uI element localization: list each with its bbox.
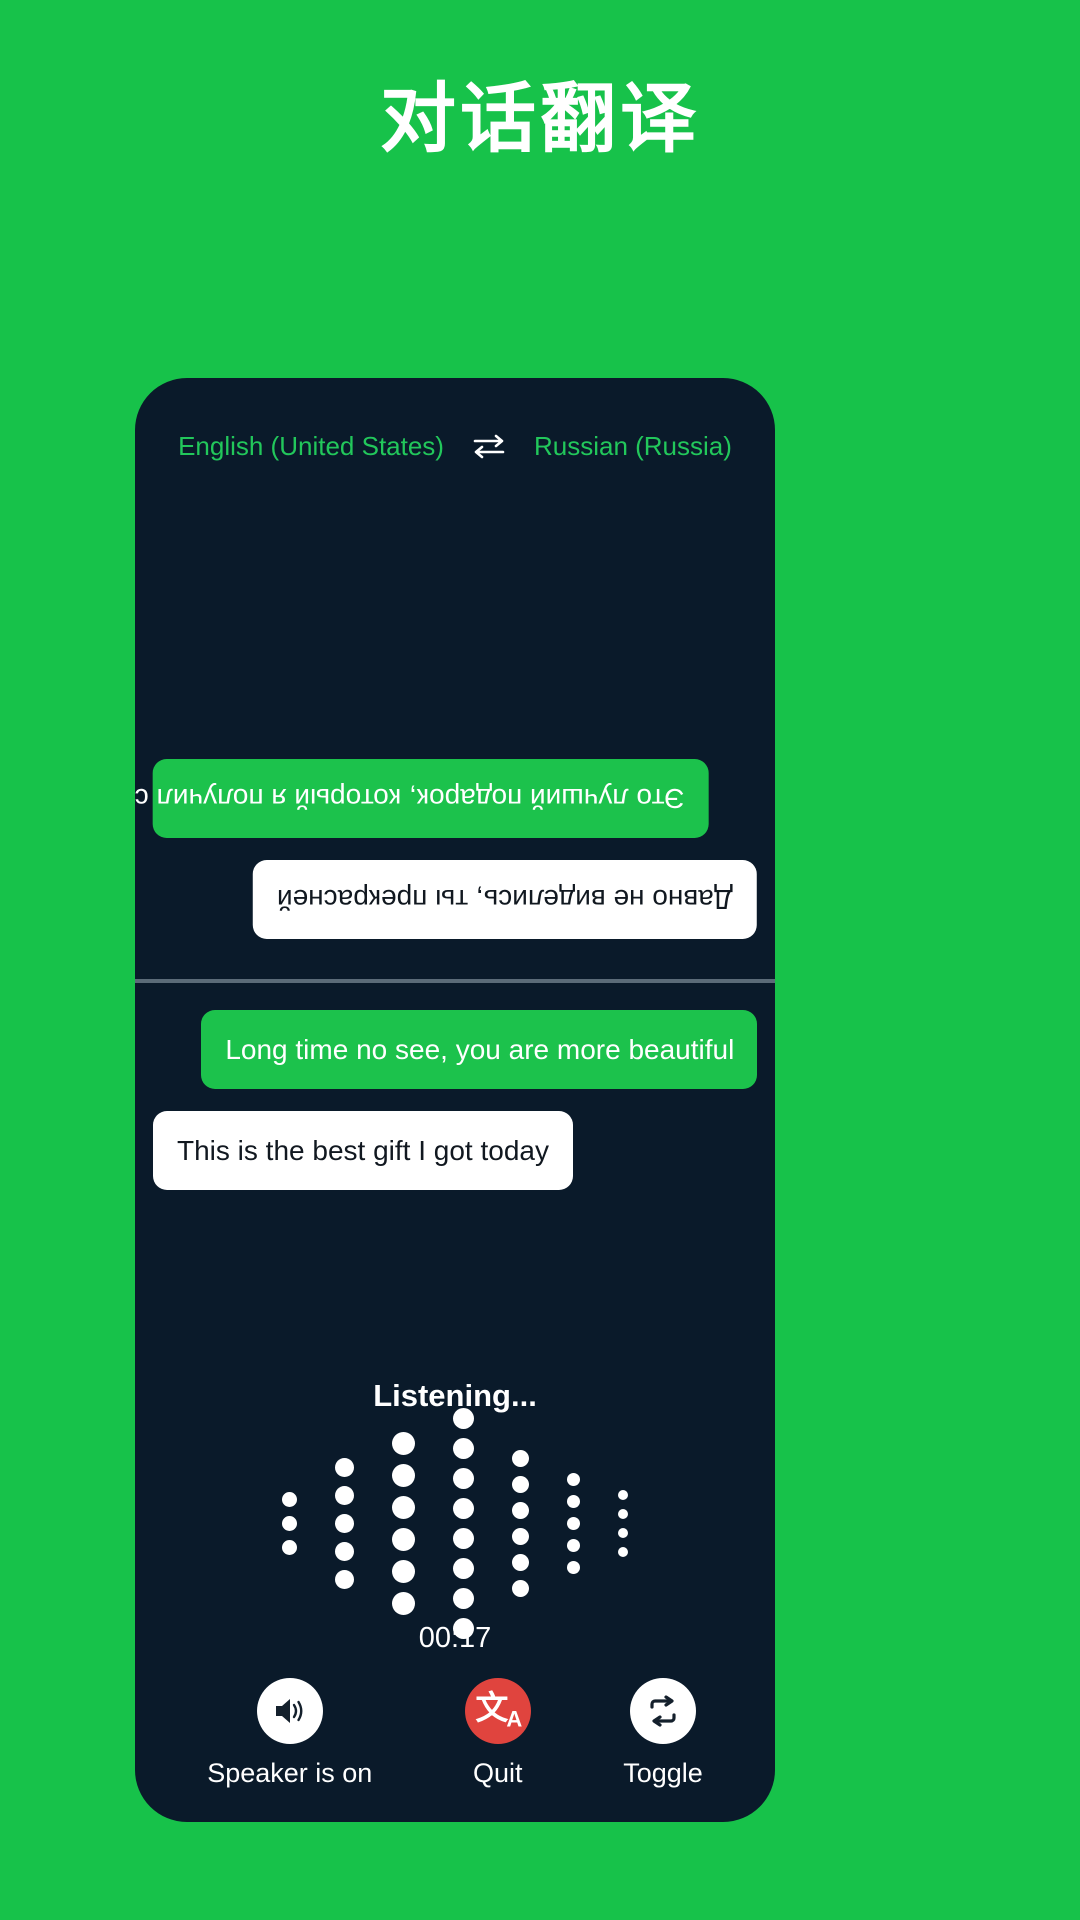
target-language-selector[interactable]: Russian (Russia)	[534, 431, 732, 462]
translate-glyph: 文A	[475, 1689, 522, 1732]
waveform-dot	[392, 1431, 415, 1455]
message-bubble[interactable]: Long time no see, you are more beautiful	[201, 1010, 757, 1089]
waveform-dot	[392, 1495, 415, 1519]
message-row: Это лучший подарок, который я получил се…	[135, 759, 757, 838]
waveform-column	[618, 1489, 628, 1557]
message-row: Давно не виделись, ты прекрасней	[153, 860, 757, 939]
waveform-dot	[512, 1527, 529, 1545]
waveform-dot	[567, 1516, 580, 1530]
waveform-dot	[453, 1557, 474, 1579]
translate-icon: 文A	[464, 1678, 531, 1744]
waveform-dot	[567, 1538, 580, 1552]
bottom-controls: Speaker is on 文A Quit Toggle	[135, 1678, 775, 1789]
waveform-dot	[453, 1437, 474, 1459]
toggle-label: Toggle	[623, 1758, 703, 1788]
waveform-dot	[335, 1457, 354, 1477]
device-card: English (United States) Russian (Russia)…	[135, 378, 775, 1822]
waveform-dot	[567, 1560, 580, 1574]
waveform-dot	[453, 1527, 474, 1549]
waveform-dot	[453, 1497, 474, 1519]
waveform-dot	[567, 1494, 580, 1508]
waveform-dot	[392, 1591, 415, 1615]
message-row: This is the best gift I got today	[153, 1111, 757, 1190]
waveform-column	[392, 1431, 415, 1615]
waveform-dot	[335, 1541, 354, 1561]
source-language-selector[interactable]: English (United States)	[178, 431, 444, 462]
waveform-column	[453, 1407, 474, 1639]
waveform-dot	[618, 1508, 628, 1519]
waveform-dot	[392, 1559, 415, 1583]
waveform-column	[512, 1449, 529, 1597]
pane-divider	[135, 979, 775, 983]
waveform-dot	[618, 1527, 628, 1538]
waveform-dot	[512, 1553, 529, 1571]
waveform-dot	[282, 1491, 297, 1507]
swap-horizontal-icon[interactable]	[472, 432, 506, 460]
waveform-dot	[512, 1475, 529, 1493]
waveform-dot	[567, 1472, 580, 1486]
waveform-dot	[335, 1485, 354, 1505]
waveform-dot	[512, 1579, 529, 1597]
waveform-dot	[512, 1449, 529, 1467]
message-bubble[interactable]: This is the best gift I got today	[153, 1111, 573, 1190]
toggle-button[interactable]: Toggle	[623, 1678, 703, 1789]
waveform-dot	[453, 1587, 474, 1609]
conversation-pane-top: Это лучший подарок, который я получил се…	[135, 482, 775, 977]
waveform-dot	[392, 1527, 415, 1551]
waveform-column	[282, 1491, 297, 1555]
waveform-dot	[512, 1501, 529, 1519]
waveform-dot	[282, 1539, 297, 1555]
message-bubble[interactable]: Давно не виделись, ты прекрасней	[253, 860, 757, 939]
waveform-column	[567, 1472, 580, 1574]
waveform-dot	[618, 1489, 628, 1500]
waveform-column	[335, 1457, 354, 1589]
page-title: 对话翻译	[380, 77, 700, 162]
speaker-toggle-label: Speaker is on	[207, 1758, 373, 1788]
quit-button[interactable]: 文A Quit	[464, 1678, 531, 1789]
waveform-dot	[392, 1463, 415, 1487]
conversation-pane-bottom: Long time no see, you are more beautiful…	[135, 986, 775, 1356]
waveform-dot	[453, 1407, 474, 1429]
waveform-dot	[282, 1515, 297, 1531]
speaker-on-icon	[256, 1678, 323, 1744]
waveform-dot	[335, 1569, 354, 1589]
audio-waveform	[135, 1407, 775, 1639]
quit-label: Quit	[473, 1758, 523, 1788]
message-bubble[interactable]: Это лучший подарок, который я получил се…	[135, 759, 709, 838]
waveform-dot	[453, 1467, 474, 1489]
waveform-dot	[618, 1546, 628, 1557]
message-row: Long time no see, you are more beautiful	[153, 1010, 757, 1089]
language-bar: English (United States) Russian (Russia)	[135, 418, 775, 474]
recording-timer: 00:17	[418, 1622, 492, 1654]
swap-repeat-icon	[629, 1678, 696, 1744]
speaker-toggle-button[interactable]: Speaker is on	[207, 1678, 372, 1789]
waveform-dot	[335, 1513, 354, 1533]
